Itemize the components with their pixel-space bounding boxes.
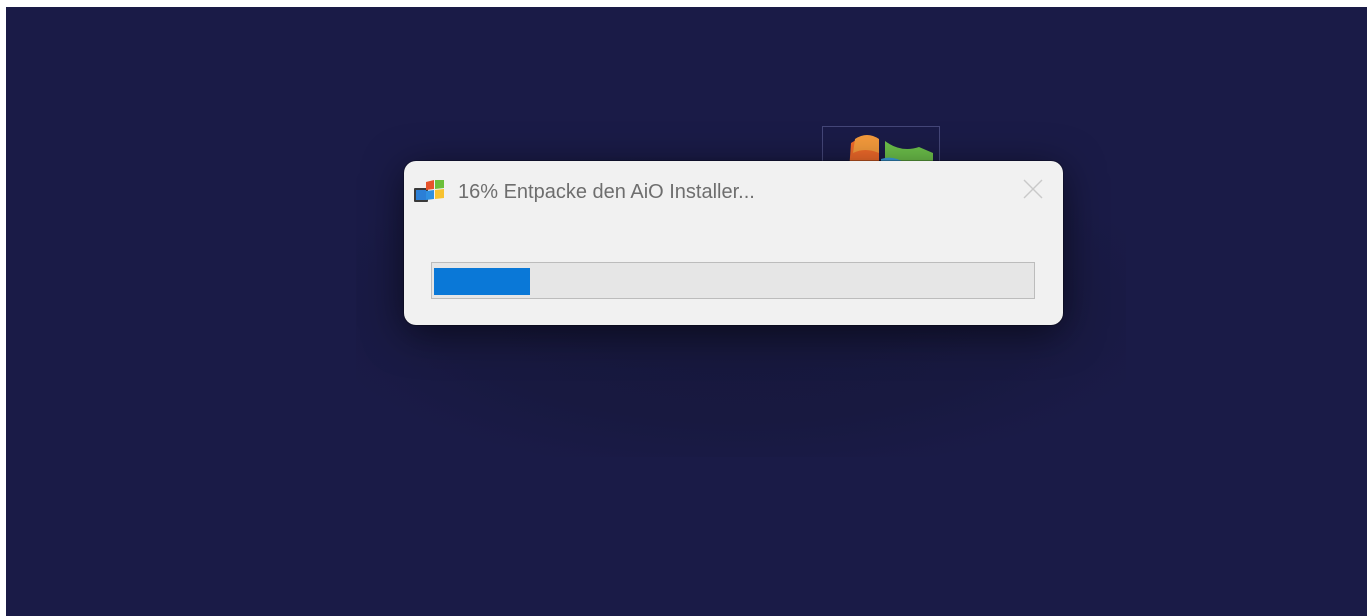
progress-bar bbox=[431, 262, 1035, 299]
windows-installer-icon bbox=[412, 179, 446, 204]
close-icon bbox=[1023, 179, 1043, 199]
title-bar[interactable]: 16% Entpacke den AiO Installer... bbox=[404, 161, 1063, 217]
window-title: 16% Entpacke den AiO Installer... bbox=[458, 181, 755, 203]
close-button[interactable] bbox=[1011, 169, 1055, 209]
installer-dialog: 16% Entpacke den AiO Installer... bbox=[404, 161, 1063, 325]
desktop-background: 16% Entpacke den AiO Installer... bbox=[6, 7, 1367, 616]
progress-bar-fill bbox=[434, 268, 530, 295]
